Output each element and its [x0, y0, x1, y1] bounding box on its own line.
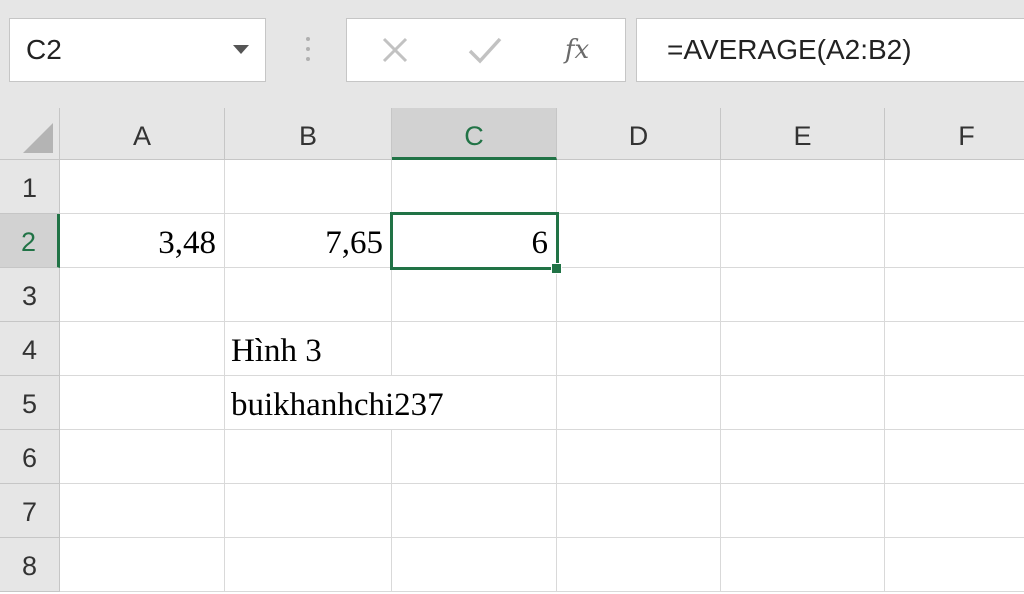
cell-a7[interactable] [60, 484, 225, 538]
formula-input[interactable]: =AVERAGE(A2:B2) [636, 18, 1024, 82]
cell-b4[interactable]: Hình 3 [225, 322, 392, 376]
cell-e8[interactable] [721, 538, 885, 592]
row-header-7[interactable]: 7 [0, 484, 60, 538]
cell-d3[interactable] [557, 268, 721, 322]
fill-handle[interactable] [551, 263, 562, 274]
close-icon [382, 37, 408, 63]
select-all-triangle-icon [23, 123, 53, 153]
cell-a1[interactable] [60, 160, 225, 214]
column-header-e[interactable]: E [721, 108, 885, 160]
column-header-c[interactable]: C [392, 108, 557, 160]
cell-f3[interactable] [885, 268, 1024, 322]
cell-d4[interactable] [557, 322, 721, 376]
cell-e2[interactable] [721, 214, 885, 268]
cell-d7[interactable] [557, 484, 721, 538]
cell-d6[interactable] [557, 430, 721, 484]
cell-e5[interactable] [721, 376, 885, 430]
cell-c8[interactable] [392, 538, 557, 592]
cell-d1[interactable] [557, 160, 721, 214]
cell-a8[interactable] [60, 538, 225, 592]
column-header-f[interactable]: F [885, 108, 1024, 160]
cell-d2[interactable] [557, 214, 721, 268]
cell-d8[interactable] [557, 538, 721, 592]
column-header-b[interactable]: B [225, 108, 392, 160]
cell-a5[interactable] [60, 376, 225, 430]
select-all-button[interactable] [0, 108, 60, 160]
drag-handle-icon[interactable] [300, 37, 316, 67]
insert-function-button[interactable]: fx [547, 19, 607, 81]
cell-a4[interactable] [60, 322, 225, 376]
cell-b2[interactable]: 7,65 [225, 214, 392, 268]
column-header-d[interactable]: D [557, 108, 721, 160]
name-box[interactable]: C2 [9, 18, 266, 82]
fx-icon: fx [564, 35, 590, 65]
cell-e6[interactable] [721, 430, 885, 484]
chevron-down-icon[interactable] [233, 45, 249, 54]
formula-value[interactable]: =AVERAGE(A2:B2) [667, 19, 912, 81]
formula-buttons: fx [346, 18, 626, 82]
cell-c2[interactable]: 6 [392, 214, 557, 268]
cell-b6[interactable] [225, 430, 392, 484]
enter-button[interactable] [455, 19, 515, 81]
cell-f1[interactable] [885, 160, 1024, 214]
cell-e1[interactable] [721, 160, 885, 214]
cell-a2[interactable]: 3,48 [60, 214, 225, 268]
row-header-4[interactable]: 4 [0, 322, 60, 376]
cell-f8[interactable] [885, 538, 1024, 592]
cell-b1[interactable] [225, 160, 392, 214]
cell-c7[interactable] [392, 484, 557, 538]
cell-f6[interactable] [885, 430, 1024, 484]
row-header-5[interactable]: 5 [0, 376, 60, 430]
row-header-3[interactable]: 3 [0, 268, 60, 322]
cell-f2[interactable] [885, 214, 1024, 268]
row-header-6[interactable]: 6 [0, 430, 60, 484]
cell-c5[interactable] [392, 376, 557, 430]
cell-e4[interactable] [721, 322, 885, 376]
cell-c4[interactable] [392, 322, 557, 376]
cell-b5[interactable]: buikhanhchi237 [225, 376, 444, 430]
row-header-2[interactable]: 2 [0, 214, 60, 268]
name-box-value[interactable]: C2 [26, 19, 62, 81]
cell-f4[interactable] [885, 322, 1024, 376]
cell-f7[interactable] [885, 484, 1024, 538]
spreadsheet-grid: A B C D E F 1 2 3 4 5 6 7 8 3,48 7,65 6 … [0, 108, 1024, 592]
cell-c6[interactable] [392, 430, 557, 484]
cell-b3[interactable] [225, 268, 392, 322]
cell-d5[interactable] [557, 376, 721, 430]
cell-a6[interactable] [60, 430, 225, 484]
check-icon [468, 37, 502, 64]
cell-b7[interactable] [225, 484, 392, 538]
cell-c1[interactable] [392, 160, 557, 214]
cancel-button[interactable] [365, 19, 425, 81]
cell-f5[interactable] [885, 376, 1024, 430]
column-header-a[interactable]: A [60, 108, 225, 160]
cell-a3[interactable] [60, 268, 225, 322]
row-header-1[interactable]: 1 [0, 160, 60, 214]
cell-c3[interactable] [392, 268, 557, 322]
cell-b8[interactable] [225, 538, 392, 592]
formula-bar: C2 fx =AVERAGE(A2:B2) [0, 0, 1024, 108]
cell-e3[interactable] [721, 268, 885, 322]
row-header-8[interactable]: 8 [0, 538, 60, 592]
cell-e7[interactable] [721, 484, 885, 538]
